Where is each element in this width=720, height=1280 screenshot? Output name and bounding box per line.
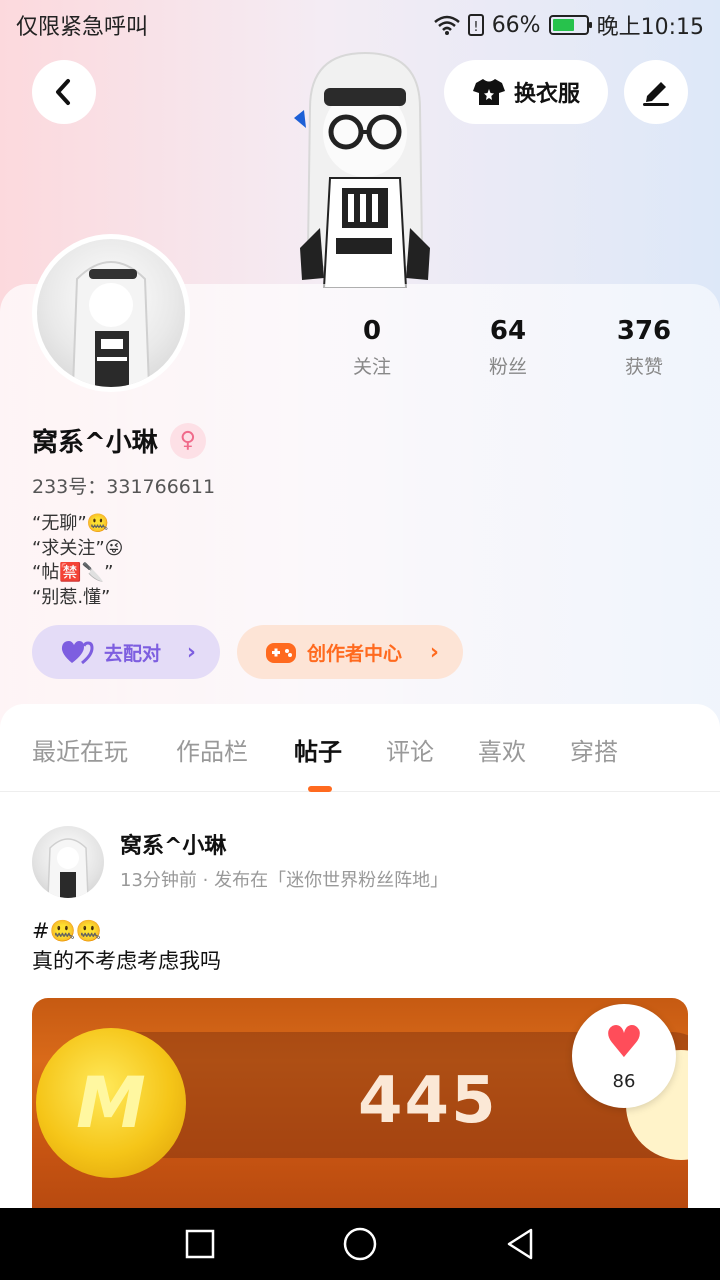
square-icon: [185, 1229, 215, 1259]
profile-stats: 0 关注 64 粉丝 376 获赞: [304, 316, 712, 379]
content-panel: 最近在玩 作品栏 帖子 评论 喜欢 穿搭 窝系^小琳 13分钟前 · 发布在「迷…: [0, 704, 720, 1208]
post-text-line: #🤐🤐: [32, 919, 102, 943]
profile-name: 窝系^小琳: [32, 428, 158, 458]
tab-outfits[interactable]: 穿搭: [570, 732, 618, 767]
post-text-line: 真的不考虑考虑我吗: [32, 949, 221, 973]
profile-avatar[interactable]: [32, 234, 190, 392]
image-coin-count: 445: [358, 1064, 498, 1138]
post-author-avatar[interactable]: [32, 826, 104, 898]
following-count: 0: [362, 316, 382, 346]
bio-line: “无聊”🤐: [32, 513, 110, 534]
post-author-name[interactable]: 窝系^小琳: [120, 828, 226, 860]
match-label: 去配对: [104, 642, 162, 665]
female-icon: ♀: [169, 422, 206, 459]
avatar-image: [47, 838, 89, 898]
back-button[interactable]: [32, 60, 96, 124]
user-id: 233号：331766611: [32, 476, 216, 498]
creator-center-label: 创作者中心: [307, 642, 403, 665]
avatar-3d-figure: [294, 51, 430, 288]
avatar-image: [71, 261, 151, 387]
bio-line: “别惹.懂”: [32, 586, 111, 608]
change-outfit-label: 换衣服: [513, 82, 580, 107]
match-button[interactable]: 去配对 ›: [32, 625, 220, 679]
heart-icon: ♥: [604, 1016, 644, 1068]
home-button[interactable]: [340, 1224, 380, 1264]
system-navigation-bar: [0, 1208, 720, 1280]
like-button[interactable]: ♥ 86: [572, 1004, 676, 1108]
carrier-text: 仅限紧急呼叫: [16, 15, 149, 40]
profile-tabs: 最近在玩 作品栏 帖子 评论 喜欢 穿搭: [0, 704, 720, 792]
stat-following[interactable]: 0 关注: [304, 316, 440, 379]
active-tab-indicator: [308, 786, 332, 792]
sim-alert-icon: !: [467, 14, 484, 36]
tab-comments[interactable]: 评论: [386, 732, 434, 767]
clock: 晚上10:15: [596, 15, 704, 40]
tab-likes[interactable]: 喜欢: [478, 732, 526, 767]
edit-profile-button[interactable]: [624, 60, 688, 124]
recent-apps-button[interactable]: [180, 1224, 220, 1264]
status-bar: 仅限紧急呼叫 ! 66% 晚上10:15: [0, 0, 720, 50]
change-outfit-button[interactable]: 换衣服: [444, 60, 608, 124]
profile-name-row: 窝系^小琳 ♀: [32, 422, 206, 459]
triangle-back-icon: [507, 1228, 533, 1260]
creator-center-button[interactable]: 创作者中心 ›: [237, 625, 463, 679]
like-count: 86: [612, 1070, 636, 1092]
shirt-icon: [472, 79, 505, 105]
following-label: 关注: [352, 356, 391, 378]
gamepad-icon: [266, 643, 296, 663]
likes-received-count: 376: [616, 316, 672, 346]
hearts-icon: [61, 641, 94, 665]
likes-received-label: 获赞: [624, 356, 663, 378]
tab-posts[interactable]: 帖子: [294, 732, 342, 767]
tab-recently-played[interactable]: 最近在玩: [32, 732, 128, 767]
battery-percent: 66%: [491, 12, 541, 38]
chevron-right-icon: ›: [429, 639, 439, 665]
bio-line: “求关注”😜: [32, 537, 124, 559]
mini-coin-icon: M: [36, 1028, 186, 1178]
chevron-right-icon: ›: [186, 639, 196, 665]
bio-line: “帖🈲🔪”: [32, 562, 114, 583]
followers-label: 粉丝: [488, 356, 527, 378]
profile-bio: “无聊”🤐 “求关注”😜 “帖🈲🔪” “别惹.懂”: [32, 512, 123, 610]
followers-count: 64: [489, 316, 527, 346]
pen-icon: [643, 82, 669, 106]
coin-letter: M: [76, 1062, 146, 1144]
stat-likes[interactable]: 376 获赞: [576, 316, 712, 379]
tab-works[interactable]: 作品栏: [176, 732, 248, 767]
back-nav-button[interactable]: [500, 1224, 540, 1264]
post-text[interactable]: #🤐🤐 真的不考虑考虑我吗: [32, 916, 221, 976]
circle-icon: [343, 1227, 377, 1261]
stat-followers[interactable]: 64 粉丝: [440, 316, 576, 379]
battery-icon: [548, 15, 592, 35]
svg-text:!: !: [473, 20, 478, 35]
post-meta: 13分钟前 · 发布在「迷你世界粉丝阵地」: [120, 870, 449, 891]
wifi-icon: [433, 15, 460, 35]
chevron-left-icon: [56, 79, 70, 105]
